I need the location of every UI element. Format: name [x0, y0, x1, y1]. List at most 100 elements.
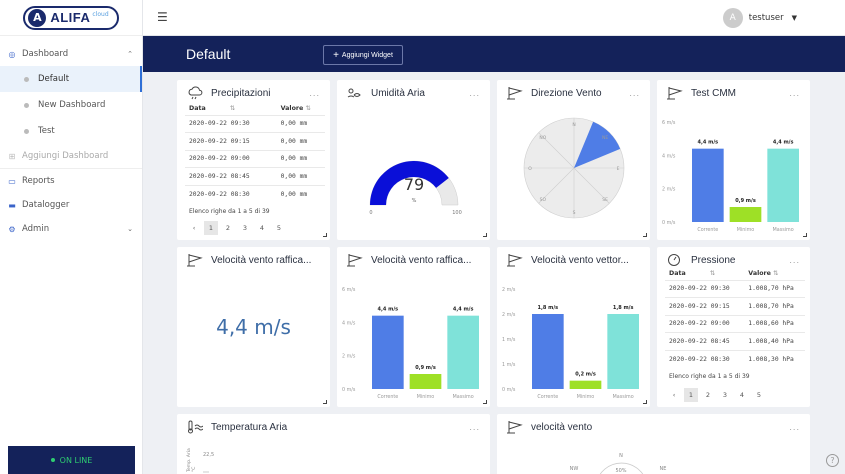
pagination: ‹ 1 2 3 4 5 [187, 221, 289, 235]
add-widget-button[interactable]: + Aggiungi Widget [323, 45, 403, 65]
sidebar: A ALIFA cloud ◎ Dashboard ⌃ Default New … [0, 0, 143, 474]
reports-icon: ▭ [8, 176, 16, 186]
bar[interactable] [532, 314, 564, 389]
bar-data-label: 4,4 m/s [453, 307, 474, 313]
y-tick-label: 6 m/s [662, 120, 676, 126]
caret-down-icon: ▼ [791, 14, 797, 22]
bar[interactable] [372, 315, 404, 389]
page-button[interactable]: 5 [752, 388, 766, 402]
page-title: Default [186, 46, 231, 62]
menu-toggle-icon[interactable]: ☰ [157, 11, 169, 23]
page-button[interactable]: 1 [204, 221, 218, 235]
wind-speed-rose: N NW NE 50% [570, 453, 666, 474]
widget-title: Precipitazioni [187, 86, 270, 100]
sidebar-item-label: Datalogger [22, 200, 70, 210]
y-axis-unit: °C [191, 467, 197, 472]
page-button[interactable]: 2 [221, 221, 235, 235]
page-button[interactable]: 3 [238, 221, 252, 235]
sidebar-item-label: New Dashboard [38, 100, 106, 110]
x-tick-label: Minimo [417, 394, 435, 400]
column-header-date[interactable]: Data ⇅ [185, 102, 277, 115]
page-button[interactable]: 4 [255, 221, 269, 235]
rose-direction-label: E [617, 166, 620, 172]
widget-velocita-vento: velocità vento ... N NW NE 50% [497, 414, 810, 474]
sort-icon: ⇅ [709, 269, 716, 277]
bar[interactable] [569, 380, 602, 389]
sidebar-subitem-new-dashboard[interactable]: New Dashboard [0, 92, 142, 118]
resize-handle[interactable] [643, 233, 647, 237]
resize-handle[interactable] [643, 400, 647, 404]
table-footer: Elenco righe da 1 a 5 di 39 [189, 208, 270, 215]
widget-umidita: Umidità Aria ... 79 % 0 100 [337, 80, 490, 240]
x-tick-label: Minimo [737, 227, 755, 233]
sidebar-subitem-test[interactable]: Test [0, 118, 142, 144]
big-value: 4,4 m/s [216, 315, 291, 339]
temperature-line-chart: 22,5 Temp. Aria °C [186, 448, 214, 473]
y-tick-label: 4 m/s [662, 153, 676, 159]
resize-handle[interactable] [483, 400, 487, 404]
bar[interactable] [409, 374, 442, 389]
y-tick-label: 0 m/s [662, 220, 676, 226]
bar[interactable] [447, 315, 479, 389]
bullet-icon [24, 102, 29, 108]
column-header-value[interactable]: Valore ⇅ [277, 102, 325, 115]
resize-handle[interactable] [323, 233, 327, 237]
widget-menu-icon[interactable]: ... [309, 89, 320, 98]
bar[interactable] [767, 148, 799, 222]
x-tick-label: Massimo [773, 227, 794, 233]
bar[interactable] [729, 207, 762, 222]
column-header-value[interactable]: Valore ⇅ [744, 267, 805, 280]
sidebar-item-reports[interactable]: ▭ Reports [0, 169, 142, 193]
logo[interactable]: A ALIFA cloud [0, 0, 142, 36]
y-tick-label: 2 m/s [502, 287, 516, 293]
bar-data-label: 4,4 m/s [698, 140, 719, 146]
gauge-max-label: 100 [452, 210, 462, 216]
widget-vel-vettoriale: Velocità vento vettor... 0 m/s 1 m/s 1 m/s… [497, 247, 650, 407]
avatar: A [722, 8, 743, 28]
column-header-date[interactable]: Data ⇅ [665, 267, 744, 280]
sidebar-item-label: Aggiungi Dashboard [22, 151, 109, 161]
sidebar-item-add-dashboard[interactable]: ⊞ Aggiungi Dashboard [0, 144, 142, 168]
x-tick-label: Massimo [613, 394, 634, 400]
bar[interactable] [692, 148, 724, 222]
chevron-down-icon: ⌄ [127, 225, 133, 233]
wind-rose-chart: N NE E SE S SO O NO [523, 117, 625, 219]
sidebar-item-dashboard[interactable]: ◎ Dashboard ⌃ [0, 42, 142, 66]
table-footer: Elenco righe da 1 a 5 di 39 [669, 373, 750, 380]
barometer-icon [668, 254, 680, 266]
widget-pressione: Pressione ... Data ⇅ Valore ⇅ 2020-09-22… [657, 247, 810, 407]
sidebar-item-label: Reports [22, 176, 55, 186]
page-button[interactable]: 3 [718, 388, 732, 402]
y-tick-label: 22,5 [203, 452, 214, 458]
page-button[interactable]: 1 [684, 388, 698, 402]
x-tick-label: Massimo [453, 394, 474, 400]
bar-data-label: 4,4 m/s [378, 307, 399, 313]
logo-badge: A ALIFA cloud [23, 5, 119, 30]
page-button[interactable]: 2 [701, 388, 715, 402]
resize-handle[interactable] [323, 400, 327, 404]
page-prev-button[interactable]: ‹ [667, 388, 681, 402]
sidebar-item-admin[interactable]: ⚙ Admin ⌄ [0, 217, 142, 241]
user-menu[interactable]: A testuser ▼ [722, 8, 797, 28]
bar-data-label: 0,2 m/s [575, 372, 596, 378]
y-tick-label: 4 m/s [342, 320, 356, 326]
rose-direction-label: SE [602, 197, 608, 203]
table-row: 2020-09-22 09:15 1.008,70 hPa [665, 297, 805, 315]
x-tick-label: Corrente [377, 394, 398, 400]
resize-handle[interactable] [803, 233, 807, 237]
resize-handle[interactable] [483, 233, 487, 237]
logo-mark: A [28, 8, 47, 27]
sidebar-item-datalogger[interactable]: ▬ Datalogger [0, 193, 142, 217]
bar[interactable] [607, 314, 639, 389]
widget-menu-icon[interactable]: ... [789, 256, 800, 265]
rose-direction-label: N [572, 122, 575, 128]
page-button[interactable]: 4 [735, 388, 749, 402]
y-tick-label: 0 m/s [342, 387, 356, 393]
table-row: 2020-09-22 08:30 0,00 mm [185, 184, 325, 203]
page-button[interactable]: 5 [272, 221, 286, 235]
help-icon[interactable]: ? [826, 454, 839, 467]
sidebar-subitem-default[interactable]: Default [0, 66, 142, 92]
sidebar-item-label: Default [38, 74, 70, 84]
page-prev-button[interactable]: ‹ [187, 221, 201, 235]
bar-data-label: 0,9 m/s [415, 365, 436, 371]
